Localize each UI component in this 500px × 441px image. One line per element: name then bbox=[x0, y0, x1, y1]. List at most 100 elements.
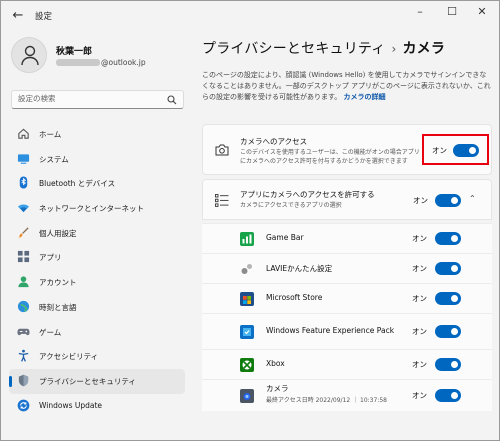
title-bar: ← 設定 – ☐ ✕ bbox=[1, 1, 499, 33]
camera-access-subtitle-2: にカメラへのアクセス許可を付与するかどうかを選択できます bbox=[240, 158, 408, 165]
sidebar-item-privacy-security[interactable]: プライバシーとセキュリティ bbox=[9, 368, 185, 394]
feature-pack-toggle[interactable] bbox=[435, 325, 461, 338]
sidebar-item-label: ゲーム bbox=[39, 327, 62, 337]
app-state-label: オン bbox=[412, 264, 427, 273]
brush-icon bbox=[18, 227, 29, 238]
avatar[interactable] bbox=[11, 37, 47, 73]
sidebar-item-accounts[interactable]: アカウント bbox=[9, 270, 185, 295]
game-bar-toggle[interactable] bbox=[435, 232, 461, 245]
app-row: Xbox オン bbox=[202, 349, 492, 379]
camera-icon bbox=[215, 144, 229, 156]
app-row: Microsoft Store オン bbox=[202, 283, 492, 313]
user-email: @outlook.jp bbox=[56, 58, 146, 67]
breadcrumb: プライバシーとセキュリティ › カメラ bbox=[202, 38, 445, 58]
app-last-access: 最終アクセス日時 2022/09/12 ｜ 10:37:58 bbox=[266, 397, 387, 404]
app-name: Xbox bbox=[266, 359, 285, 368]
app-access-card[interactable]: アプリにカメラへのアクセスを許可する カメラにアクセスできるアプリの選択 オン … bbox=[202, 179, 492, 220]
sidebar-item-label: 時刻と言語 bbox=[39, 302, 77, 312]
sidebar-item-label: プライバシーとセキュリティ bbox=[39, 376, 136, 386]
app-state-label: オン bbox=[412, 391, 427, 400]
sidebar-item-label: ネットワークとインターネット bbox=[39, 204, 144, 214]
settings-window: ← 設定 – ☐ ✕ 秋葉一郎 @outlook.jp ホーム システム bbox=[0, 0, 500, 441]
app-state-label: オン bbox=[412, 234, 427, 243]
sidebar-item-time-language[interactable]: 時刻と言語 bbox=[9, 295, 185, 320]
camera-details-link[interactable]: カメラの詳細 bbox=[344, 93, 386, 101]
sidebar-item-label: Windows Update bbox=[39, 400, 103, 410]
search-input[interactable] bbox=[18, 94, 158, 103]
camera-app-icon bbox=[240, 389, 254, 403]
sidebar-item-label: ホーム bbox=[39, 130, 62, 139]
sidebar-item-personalization[interactable]: 個人用設定 bbox=[9, 221, 185, 246]
bluetooth-icon bbox=[19, 176, 28, 189]
microsoft-store-icon bbox=[240, 292, 254, 306]
app-access-state-label: オン bbox=[413, 196, 428, 205]
gaming-icon bbox=[17, 328, 30, 335]
sidebar-item-home[interactable]: ホーム bbox=[9, 122, 185, 147]
lavie-settings-icon bbox=[241, 264, 252, 274]
breadcrumb-parent[interactable]: プライバシーとセキュリティ bbox=[202, 41, 385, 57]
xbox-icon bbox=[240, 358, 254, 372]
app-name: LAVIEかんたん設定 bbox=[266, 264, 333, 273]
sidebar-item-apps[interactable]: アプリ bbox=[9, 245, 185, 270]
close-icon[interactable]: ✕ bbox=[467, 1, 497, 25]
app-row: カメラ 最終アクセス日時 2022/09/12 ｜ 10:37:58 オン bbox=[202, 379, 492, 411]
app-row: Game Bar オン bbox=[202, 223, 492, 253]
app-name: Microsoft Store bbox=[266, 293, 323, 302]
page-title: カメラ bbox=[402, 41, 446, 57]
sidebar-item-label: アカウント bbox=[39, 278, 77, 288]
camera-access-title: カメラへのアクセス bbox=[240, 137, 308, 146]
system-icon bbox=[17, 154, 30, 164]
user-name: 秋葉一郎 bbox=[56, 47, 93, 57]
sidebar-item-label: 個人用設定 bbox=[39, 228, 77, 238]
sidebar-item-label: システム bbox=[39, 154, 69, 164]
sidebar-item-label: Bluetooth とデバイス bbox=[39, 179, 116, 189]
camera-app-toggle[interactable] bbox=[435, 389, 461, 402]
app-state-label: オン bbox=[412, 360, 427, 369]
app-list-icon bbox=[215, 194, 229, 207]
sidebar-item-gaming[interactable]: ゲーム bbox=[9, 320, 185, 345]
app-access-subtitle: カメラにアクセスできるアプリの選択 bbox=[240, 202, 342, 209]
app-access-toggle[interactable] bbox=[435, 194, 461, 207]
app-state-label: オン bbox=[412, 294, 427, 303]
sidebar-item-label: アクセシビリティ bbox=[39, 352, 99, 362]
app-row: LAVIEかんたん設定 オン bbox=[202, 253, 492, 283]
app-name: Game Bar bbox=[266, 233, 304, 242]
game-bar-icon bbox=[240, 232, 254, 246]
accessibility-icon bbox=[18, 349, 29, 362]
xbox-toggle[interactable] bbox=[435, 358, 461, 371]
feature-pack-icon bbox=[240, 325, 254, 339]
back-arrow-icon[interactable]: ← bbox=[10, 8, 26, 24]
sidebar-item-windows-update[interactable]: Windows Update bbox=[9, 394, 185, 419]
page-description: このページの設定により、顔認識 (Windows Hello) を使用してカメラ… bbox=[202, 70, 492, 103]
sidebar-item-network[interactable]: ネットワークとインターネット bbox=[9, 196, 185, 221]
sidebar-nav: ホーム システム Bluetooth とデバイス ネットワークとインターネット … bbox=[9, 122, 185, 418]
microsoft-store-toggle[interactable] bbox=[435, 292, 461, 305]
network-icon bbox=[17, 204, 30, 213]
sidebar-item-label: アプリ bbox=[39, 253, 62, 263]
highlight-box bbox=[422, 134, 489, 165]
shield-icon bbox=[18, 374, 29, 387]
app-name: Windows Feature Experience Pack bbox=[266, 326, 395, 335]
search-icon bbox=[167, 95, 177, 105]
app-state-label: オン bbox=[412, 327, 427, 336]
user-icon bbox=[21, 45, 39, 66]
time-language-icon bbox=[17, 300, 30, 312]
app-access-title: アプリにカメラへのアクセスを許可する bbox=[240, 190, 375, 199]
breadcrumb-separator: › bbox=[391, 42, 397, 56]
minimize-icon[interactable]: – bbox=[405, 1, 435, 25]
sidebar-item-system[interactable]: システム bbox=[9, 147, 185, 172]
chevron-up-icon[interactable]: ⌃ bbox=[469, 194, 476, 203]
home-icon bbox=[18, 128, 29, 139]
email-redaction bbox=[56, 59, 100, 66]
maximize-icon[interactable]: ☐ bbox=[437, 1, 467, 25]
app-row: Windows Feature Experience Pack オン bbox=[202, 313, 492, 349]
sidebar-item-accessibility[interactable]: アクセシビリティ bbox=[9, 344, 185, 369]
account-icon bbox=[18, 276, 29, 288]
apps-icon bbox=[17, 251, 30, 263]
camera-access-subtitle-1: このデバイスを使用するユーザーは、この機能がオンの場合アプリ bbox=[240, 149, 420, 156]
lavie-settings-toggle[interactable] bbox=[435, 262, 461, 275]
search-box[interactable] bbox=[11, 90, 184, 109]
window-title: 設定 bbox=[35, 12, 53, 22]
windows-update-icon bbox=[17, 399, 30, 411]
sidebar-item-bluetooth[interactable]: Bluetooth とデバイス bbox=[9, 171, 185, 196]
